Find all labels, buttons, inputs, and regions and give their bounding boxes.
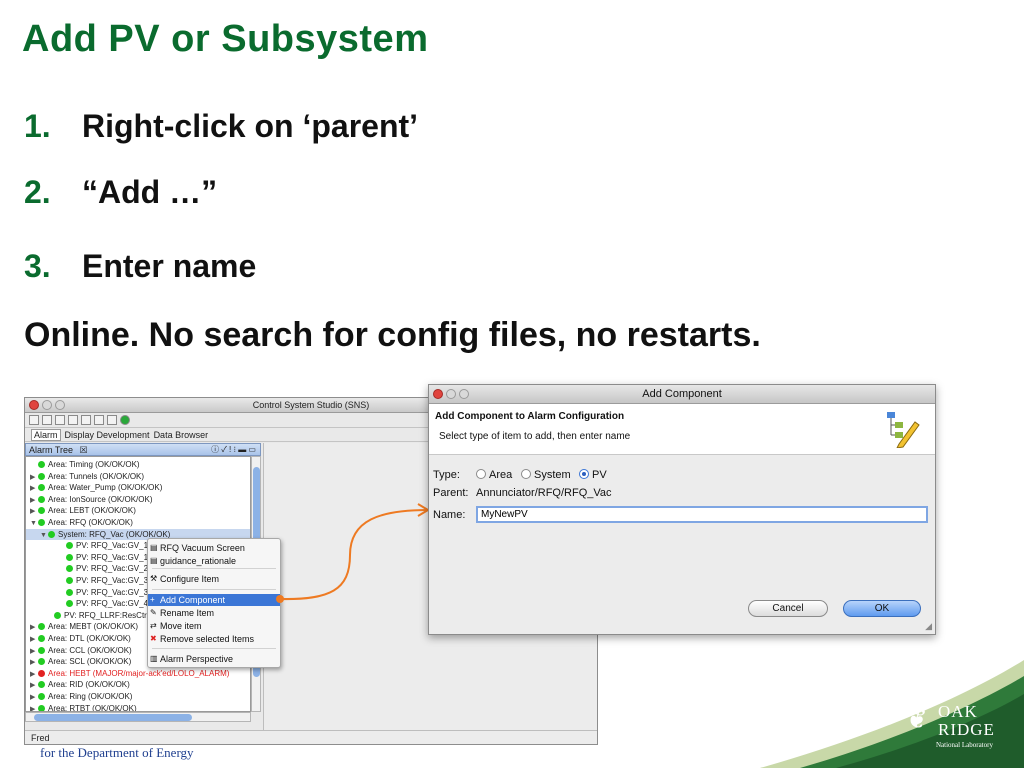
- add-component-dialog: Add Component Add Component to Alarm Con…: [428, 384, 936, 635]
- logo-line-3: National Laboratory: [936, 741, 993, 749]
- dialog-minimize-button[interactable]: [446, 389, 456, 399]
- dialog-header-text: Select type of item to add, then enter n…: [439, 431, 631, 442]
- type-label: Type:: [433, 469, 460, 481]
- resize-grip-icon[interactable]: ◢: [925, 621, 932, 632]
- dialog-zoom-button[interactable]: [459, 389, 469, 399]
- name-label: Name:: [433, 509, 466, 521]
- logo-line-1: OAK: [938, 702, 978, 721]
- radio-icon[interactable]: [579, 469, 589, 479]
- ok-button[interactable]: OK: [843, 600, 921, 617]
- type-radio-pv[interactable]: PV: [579, 469, 607, 481]
- cancel-button[interactable]: Cancel: [748, 600, 828, 617]
- type-radio-area[interactable]: Area: [476, 469, 512, 481]
- radio-label: Area: [489, 469, 513, 481]
- name-input[interactable]: [476, 506, 928, 523]
- radio-label: System: [534, 469, 571, 481]
- dialog-header-title: Add Component to Alarm Configuration: [435, 411, 625, 422]
- radio-icon[interactable]: [476, 469, 486, 479]
- type-radio-system[interactable]: System: [521, 469, 571, 481]
- dialog-header: Add Component to Alarm Configuration Sel…: [429, 404, 935, 455]
- dialog-title: Add Component: [642, 388, 722, 400]
- logo-line-2: RIDGE: [938, 720, 995, 739]
- parent-label: Parent:: [433, 487, 469, 499]
- dialog-titlebar: Add Component: [429, 385, 935, 404]
- footer-text: for the Department of Energy: [40, 745, 194, 760]
- parent-value: Annunciator/RFQ/RFQ_Vac: [476, 487, 612, 499]
- radio-label: PV: [592, 469, 607, 481]
- oak-leaf-icon: ❦: [906, 705, 928, 734]
- tree-pencil-icon: [887, 412, 920, 448]
- dialog-close-button[interactable]: [433, 389, 443, 399]
- radio-icon[interactable]: [521, 469, 531, 479]
